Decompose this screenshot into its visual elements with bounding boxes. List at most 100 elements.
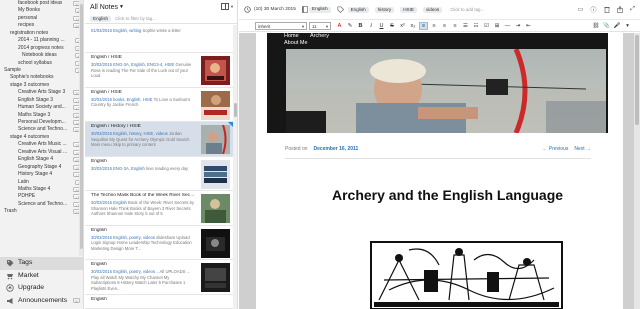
notebook-selector[interactable]: English bbox=[308, 6, 331, 13]
outdent-icon[interactable]: ⇤ bbox=[524, 22, 533, 30]
note-list-item[interactable]: English 30/03/2015 ENG-3A, English love r… bbox=[85, 157, 233, 191]
chevron-down-icon[interactable]: ▼ bbox=[230, 4, 234, 9]
horizontal-rule-icon[interactable]: ― bbox=[503, 22, 512, 30]
tag-filter-input[interactable]: Click to filter by tag... bbox=[115, 16, 156, 21]
sidebar-notebook-item[interactable]: Notebook ideas4 bbox=[0, 52, 84, 59]
note-tag-chip[interactable]: English bbox=[347, 6, 369, 13]
font-color-icon[interactable]: A bbox=[335, 22, 344, 30]
sidebar-item-announcements[interactable]: Announcements 9 bbox=[0, 295, 84, 308]
add-tag-input[interactable]: Click to add tag... bbox=[450, 7, 484, 12]
reminder-icon[interactable] bbox=[243, 6, 251, 14]
view-options-icon[interactable] bbox=[221, 3, 229, 10]
note-tag-chip[interactable]: videos bbox=[422, 6, 443, 13]
sidebar-notebook-item[interactable]: Maths Stage 3 29 bbox=[0, 112, 84, 119]
sidebar-notebook-item[interactable]: Creative Arts Stage 3 20 bbox=[0, 89, 84, 96]
sidebar-notebook-item[interactable]: Trash 23 bbox=[0, 208, 84, 215]
note-list-item[interactable]: English bbox=[85, 295, 233, 309]
note-list-item[interactable]: English / HSIE 30/03/2015 ENG-3A, English… bbox=[85, 53, 233, 88]
note-list-item[interactable]: English 30/03/2015 English, poetry, video… bbox=[85, 260, 233, 295]
sidebar-notebook-item[interactable]: stage 3 outcomes bbox=[0, 82, 84, 89]
sidebar-notebook-item[interactable]: facebook post ideas 20 bbox=[0, 0, 84, 7]
strikethrough-icon[interactable]: S bbox=[388, 22, 397, 30]
sidebar-notebook-item[interactable]: Personal Developm... 16 bbox=[0, 119, 84, 126]
highlight-icon[interactable]: ✎ bbox=[346, 22, 355, 30]
superscript-icon[interactable]: x² bbox=[398, 22, 407, 30]
sidebar-notebook-item[interactable]: English Stage 4 45 bbox=[0, 156, 84, 163]
sidebar-notebook-item[interactable]: personal 11 bbox=[0, 15, 84, 22]
note-list-item[interactable]: The Techno Mask Book of the Week River S… bbox=[85, 191, 233, 226]
underline-icon[interactable]: U bbox=[377, 22, 386, 30]
attachment-icon[interactable]: 📎 bbox=[602, 22, 611, 30]
checkbox-icon[interactable]: ☑ bbox=[482, 22, 491, 30]
sidebar-notebook-item[interactable]: My Books8 bbox=[0, 7, 84, 14]
sidebar-notebook-item[interactable]: Maths Stage 4 25 bbox=[0, 186, 84, 193]
bullet-list-icon[interactable]: ☰ bbox=[461, 22, 470, 30]
web-clip-menu-home[interactable]: Home bbox=[284, 33, 299, 39]
sidebar-notebook-item[interactable]: Latin7 bbox=[0, 179, 84, 186]
previous-link[interactable]: ← Previous bbox=[542, 146, 568, 152]
note-list-scrollbar-thumb[interactable] bbox=[233, 103, 237, 117]
indent-icon[interactable]: ⇥ bbox=[514, 22, 523, 30]
sidebar-notebook-item[interactable]: Sophie's notebooks bbox=[0, 74, 84, 81]
sidebar-item-upgrade[interactable]: Upgrade bbox=[0, 282, 84, 295]
italic-icon[interactable]: I bbox=[367, 22, 376, 30]
note-tag-chip[interactable]: history bbox=[374, 6, 395, 13]
align-left-icon[interactable]: ≡ bbox=[419, 21, 428, 30]
note-date[interactable]: (10) 30 March 2015 bbox=[254, 7, 296, 12]
note-list-scrollbar[interactable] bbox=[233, 25, 237, 309]
posted-date-link[interactable]: December 16, 2011 bbox=[314, 146, 359, 152]
sidebar-notebook-item[interactable]: 2014 progress notes0 bbox=[0, 45, 84, 52]
sidebar-notebook-item[interactable]: Sample1 bbox=[0, 67, 84, 74]
sidebar-notebook-item[interactable]: school syllabus7 bbox=[0, 60, 84, 67]
sidebar-notebook-item[interactable]: registration notes bbox=[0, 30, 84, 37]
note-list-item[interactable]: 01/03/2015 English, writing Sophie wrote… bbox=[85, 25, 233, 53]
sidebar-notebook-item[interactable]: History Stage 4 17 bbox=[0, 171, 84, 178]
sidebar-notebook-item[interactable]: recipes 25 bbox=[0, 22, 84, 29]
editor-scrollbar[interactable] bbox=[634, 33, 640, 309]
share-icon[interactable] bbox=[616, 6, 623, 13]
numbered-list-icon[interactable]: ☷ bbox=[472, 22, 481, 30]
align-center-icon[interactable]: ≡ bbox=[430, 22, 439, 30]
bold-icon[interactable]: B bbox=[356, 22, 365, 30]
align-right-icon[interactable]: ≡ bbox=[440, 22, 449, 30]
trash-icon[interactable] bbox=[603, 6, 610, 13]
align-justify-icon[interactable]: ≡ bbox=[451, 22, 460, 30]
info-icon[interactable]: ⓘ bbox=[590, 6, 597, 14]
sidebar-notebook-item[interactable]: stage 4 outcomes bbox=[0, 134, 84, 141]
sidebar-notebook-item[interactable]: 2014 - 11 planning ...0 bbox=[0, 37, 84, 44]
record-audio-icon[interactable]: 🎤 bbox=[613, 22, 622, 30]
note-content-area[interactable]: Home Archery About Me Posted on December… bbox=[239, 33, 640, 309]
font-size-selector[interactable]: 11 ▼ bbox=[309, 21, 331, 30]
more-icon[interactable]: ▾ bbox=[623, 22, 632, 30]
font-selector[interactable]: inherit ▼ bbox=[255, 21, 307, 30]
web-clip-menu-archery[interactable]: Archery bbox=[310, 33, 329, 39]
note-tag-chip[interactable]: HSIE bbox=[400, 6, 417, 13]
subscript-icon[interactable]: x₂ bbox=[409, 22, 418, 30]
link-icon[interactable]: ⛓ bbox=[592, 22, 601, 30]
chevron-down-icon[interactable]: ▼ bbox=[119, 4, 124, 10]
note-list-title[interactable]: All Notes bbox=[90, 4, 118, 11]
editor-scrollbar-thumb[interactable] bbox=[635, 35, 639, 125]
table-icon[interactable]: ⊞ bbox=[493, 22, 502, 30]
sidebar-notebook-item[interactable]: Geography Stage 4 15 bbox=[0, 164, 84, 171]
filter-tag-chip[interactable]: English bbox=[90, 15, 112, 22]
sidebar-notebook-item[interactable]: PDHPE 13 bbox=[0, 193, 84, 200]
sidebar-notebook-item[interactable]: English Stage 3 17 bbox=[0, 97, 84, 104]
sidebar-item-tags[interactable]: Tags bbox=[0, 257, 84, 270]
web-clip-menu-about[interactable]: About Me bbox=[284, 40, 308, 46]
sidebar-notebook-item[interactable]: Human Society and... 12 bbox=[0, 104, 84, 111]
sidebar-scrollbar[interactable] bbox=[79, 0, 83, 256]
sidebar-scrollbar-thumb[interactable] bbox=[79, 4, 83, 249]
presentation-icon[interactable]: ▭ bbox=[577, 6, 584, 13]
next-link[interactable]: Next → bbox=[574, 146, 591, 152]
sidebar-notebook-item[interactable]: Science and Techno... 20 bbox=[0, 126, 84, 133]
expand-icon[interactable]: ⤢ bbox=[629, 6, 636, 13]
sidebar-notebook-item[interactable]: Creative Arts Visual ... 19 bbox=[0, 149, 84, 156]
sidebar-notebook-item[interactable]: Creative Arts Music ... 19 bbox=[0, 141, 84, 148]
note-body[interactable]: Home Archery About Me Posted on December… bbox=[256, 33, 623, 309]
sidebar-notebook-item[interactable]: Science and Techno... 17 bbox=[0, 201, 84, 208]
note-list-item[interactable]: English / History / HSIE 30/03/2015 Engli… bbox=[85, 122, 233, 157]
note-list-item[interactable]: English / HSIE 30/03/2015 books, English,… bbox=[85, 88, 233, 122]
note-list-item[interactable]: English 30/03/2015 English, poetry, video… bbox=[85, 226, 233, 260]
sidebar-item-market[interactable]: Market bbox=[0, 270, 84, 283]
